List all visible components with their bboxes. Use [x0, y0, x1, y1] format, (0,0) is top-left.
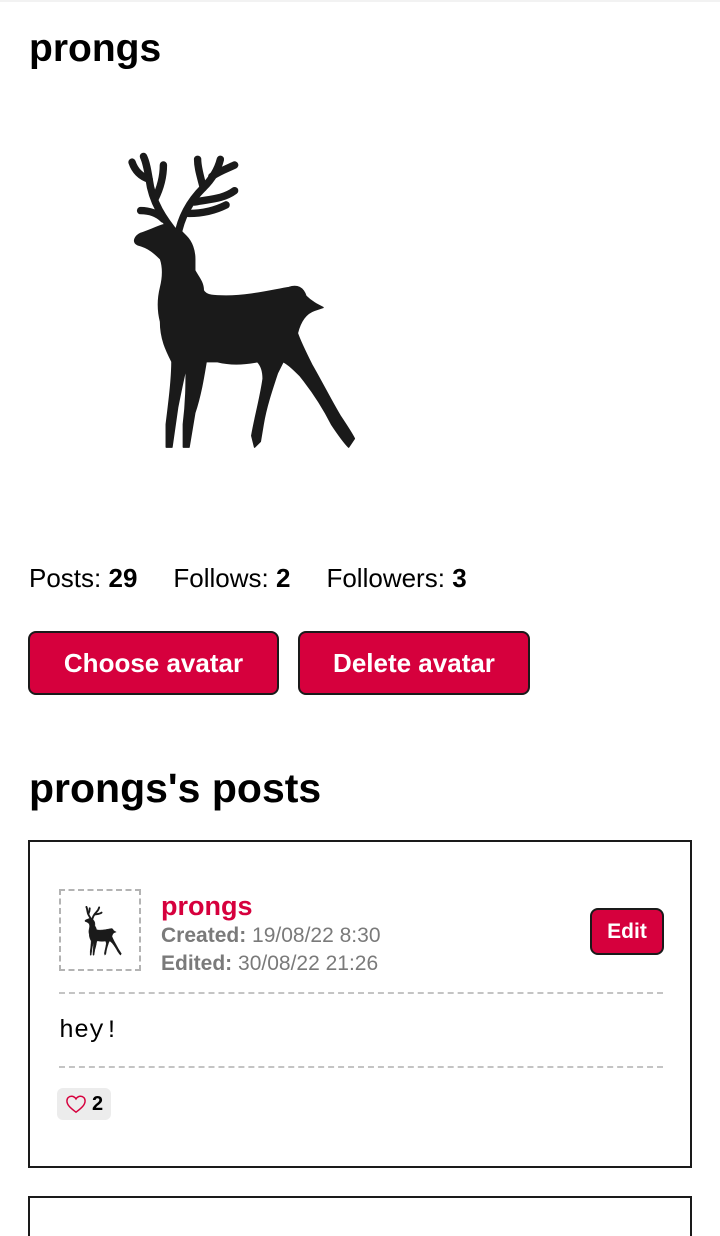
post-author-link[interactable]: prongs — [161, 890, 253, 922]
stag-icon — [84, 906, 122, 956]
post-card — [28, 1196, 692, 1236]
post-body-text: hey! — [59, 1016, 120, 1045]
posts-count: Posts: 29 — [29, 563, 138, 593]
post-edited-date: Edited: 30/08/22 21:26 — [161, 952, 379, 975]
post-author-avatar[interactable] — [59, 889, 141, 971]
heart-outline-icon — [66, 1095, 86, 1114]
post-footer-divider — [59, 1066, 663, 1068]
edit-post-button[interactable]: Edit — [590, 908, 664, 955]
choose-avatar-button[interactable]: Choose avatar — [28, 631, 279, 695]
profile-stats: Posts: 29 Follows: 2 Followers: 3 — [29, 561, 467, 595]
follows-count: Follows: 2 — [173, 563, 291, 593]
like-count: 2 — [92, 1093, 104, 1115]
like-button[interactable]: 2 — [57, 1088, 112, 1120]
profile-username: prongs — [29, 27, 162, 70]
followers-count: Followers: 3 — [326, 563, 467, 593]
posts-section-heading: prongs's posts — [29, 765, 322, 811]
stag-avatar-image — [128, 152, 356, 448]
post-card: prongs Created: 19/08/22 8:30 Edited: 30… — [28, 840, 692, 1168]
post-created-date: Created: 19/08/22 8:30 — [161, 924, 381, 947]
top-divider — [0, 0, 720, 2]
delete-avatar-button[interactable]: Delete avatar — [298, 631, 530, 695]
post-header-divider — [59, 992, 663, 994]
